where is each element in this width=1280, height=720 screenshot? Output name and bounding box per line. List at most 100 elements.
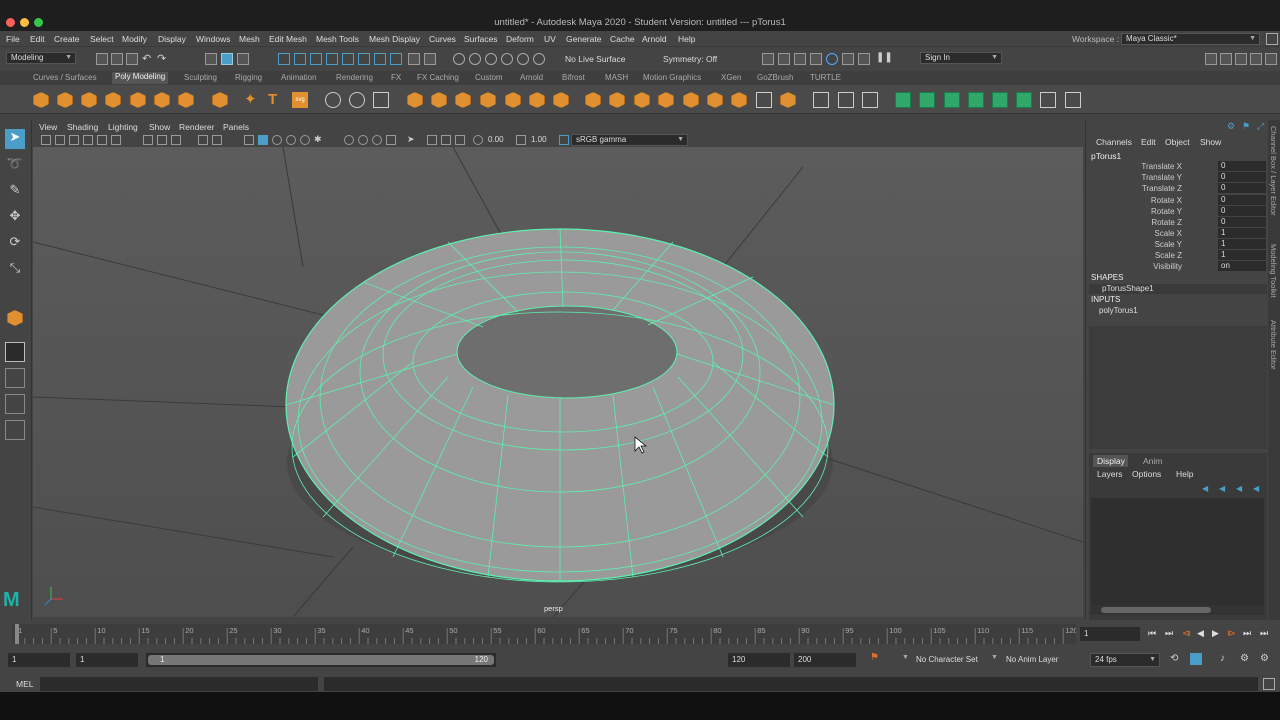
edit-menu[interactable]: Edit [1141,137,1156,147]
image-plane-icon[interactable] [83,135,93,145]
open-scene-icon[interactable] [111,53,123,65]
poly-plane-icon[interactable] [154,92,170,108]
color-management-icon[interactable] [559,135,569,145]
checker-map-icon[interactable] [1016,92,1032,108]
attr-translate-x-value[interactable]: 0 [1218,161,1266,171]
range-slider-handle[interactable]: 1 120 [148,655,494,665]
snap-normal-icon[interactable] [390,53,402,65]
type-tool-icon[interactable]: T [268,92,284,108]
attr-rotate-y-value[interactable]: 0 [1218,206,1266,216]
menu-display[interactable]: Display [158,34,186,44]
shelf-tab-sculpting[interactable]: Sculpting [184,73,217,82]
cut-uv-icon[interactable] [1040,92,1056,108]
rotate-tool-icon[interactable]: ⟳ [5,234,25,254]
new-layer-selected-icon[interactable]: ◀ [1253,484,1263,494]
shelf-tab-rendering[interactable]: Rendering [336,73,373,82]
loop-icon[interactable]: ⟲ [1170,653,1178,664]
menu-cache[interactable]: Cache [610,34,635,44]
shelf-tab-turtle[interactable]: TURTLE [810,73,841,82]
bridge-icon[interactable] [431,92,447,108]
construction-history-icon[interactable] [424,53,436,65]
torus-mesh[interactable] [285,228,835,583]
uv-editor-icon[interactable] [756,92,772,108]
sculpt-brush-icon[interactable] [813,92,829,108]
move-layer-down-icon[interactable]: ◀ [1219,484,1229,494]
time-slider[interactable]: 1 5 10 15 20 25 30 35 40 45 50 55 60 65 70 75 80 85 90 95 10… [0,620,1280,647]
xray-active-icon[interactable] [441,135,451,145]
go-to-start-icon[interactable]: ⏮ [1148,628,1156,639]
render-current-frame-icon[interactable] [778,53,790,65]
play-forward-icon[interactable]: ▶ [1212,628,1219,639]
step-back-key-icon[interactable]: ⏭ [1165,628,1173,639]
symmetry-label[interactable]: Symmetry: Off [663,54,717,64]
shadows-icon[interactable]: ✱ [314,135,324,145]
pause-icon[interactable]: ❚❚ [876,52,893,64]
channel-box-icon[interactable] [1265,53,1277,65]
target-weld-icon[interactable] [553,92,569,108]
shelf-tab-animation[interactable]: Animation [281,73,317,82]
undo-icon[interactable]: ↶ [142,52,154,65]
attr-scale-x-value[interactable]: 1 [1218,228,1266,238]
cache-playback-icon[interactable] [1190,653,1202,665]
smooth-shade-icon[interactable] [258,135,268,145]
shelf-tab-custom[interactable]: Custom [475,73,503,82]
automatic-map-icon[interactable] [968,92,984,108]
preferences-icon[interactable]: ⚙ [1260,653,1269,664]
poly-sphere-icon[interactable] [33,92,49,108]
uv-layout-icon[interactable] [838,92,854,108]
workspace-dropdown[interactable]: Maya Classic* ▼ [1121,33,1260,45]
viewport-menu-lighting[interactable]: Lighting [108,122,138,132]
mel-label[interactable]: MEL [16,679,33,689]
side-tab-channel-box[interactable]: Channel Box / Layer Editor [1269,126,1278,216]
safe-title-icon[interactable] [212,135,222,145]
step-forward-key-icon[interactable]: ⏭ [1243,628,1251,639]
single-view-icon[interactable] [5,342,25,362]
anim-layer-label[interactable]: No Anim Layer [1006,655,1058,664]
two-view-icon[interactable] [5,394,25,414]
menu-help[interactable]: Help [678,34,695,44]
side-tab-modeling-toolkit[interactable]: Modeling Toolkit [1269,244,1278,298]
menu-mesh-display[interactable]: Mesh Display [369,34,420,44]
ipr-render-icon[interactable] [794,53,806,65]
character-set-label[interactable]: No Character Set [916,655,978,664]
make-live-icon[interactable] [342,53,354,65]
tab-anim[interactable]: Anim [1143,456,1162,466]
select-hierarchy-icon[interactable] [205,53,217,65]
gamma-value[interactable]: 1.00 [531,135,561,146]
ipr-icon[interactable] [485,53,497,65]
four-view-icon[interactable] [5,368,25,388]
attr-translate-z-value[interactable]: 0 [1218,183,1266,193]
menu-deform[interactable]: Deform [506,34,534,44]
select-object-icon[interactable] [221,53,233,65]
poly-torus-icon[interactable] [130,92,146,108]
append-polygon-icon[interactable] [609,92,625,108]
menu-select[interactable]: Select [90,34,114,44]
poly-cylinder-icon[interactable] [81,92,97,108]
go-to-end-icon[interactable]: ⏭ [1260,628,1268,639]
animation-start-field[interactable]: 1 [8,653,70,667]
menu-modify[interactable]: Modify [122,34,147,44]
gamma-icon[interactable] [516,135,526,145]
attribute-editor-toggle-icon[interactable]: ⚑ [1242,122,1251,131]
fill-hole-icon[interactable] [480,92,496,108]
viewport-menu-panels[interactable]: Panels [223,122,249,132]
film-gate-icon[interactable] [157,135,167,145]
menu-windows[interactable]: Windows [196,34,230,44]
object-menu[interactable]: Object [1165,137,1190,147]
bevel-icon[interactable] [455,92,471,108]
grease-pencil-icon[interactable] [111,135,121,145]
svg-tool-icon[interactable]: svg [292,92,308,108]
shelf-tab-rigging[interactable]: Rigging [235,73,262,82]
move-tool-icon[interactable]: ✥ [5,208,25,228]
menu-set-dropdown[interactable]: Modeling ▼ [6,52,76,64]
motion-blur-icon[interactable] [358,135,368,145]
input-node-name[interactable]: polyTorus1 [1099,306,1138,315]
help-menu[interactable]: Help [1176,469,1193,479]
insert-edge-loop-icon[interactable] [505,92,521,108]
layers-menu[interactable]: Layers [1097,469,1123,479]
duplicate-face-icon[interactable] [780,92,796,108]
lock-icon[interactable] [408,53,420,65]
step-forward-frame-icon[interactable]: ⧐ [1227,628,1236,639]
perspective-view[interactable] [33,147,1083,617]
shelf-tab-mash[interactable]: MASH [605,73,628,82]
